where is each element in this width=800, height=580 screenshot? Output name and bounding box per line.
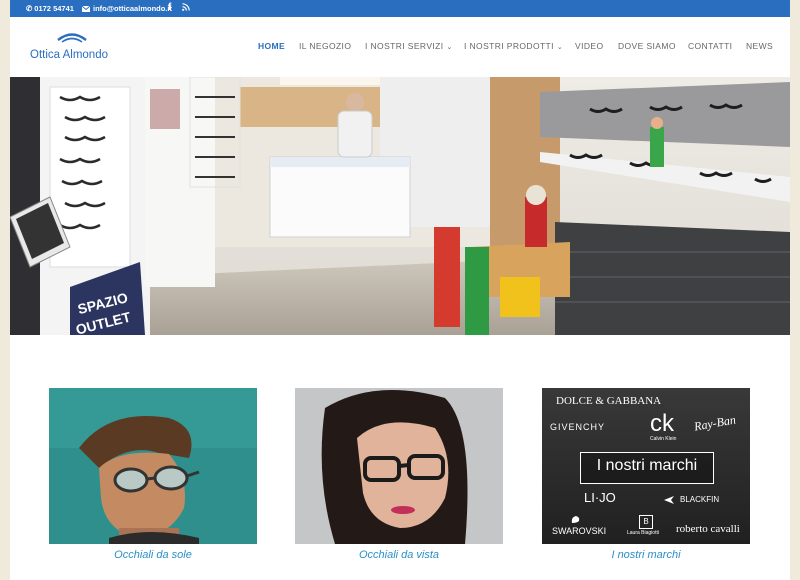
nav-label: HOME xyxy=(258,41,286,51)
card-caption[interactable]: I nostri marchi xyxy=(542,549,750,561)
brands-center-box: I nostri marchi xyxy=(580,452,714,484)
brand-calvin-klein: Calvin Klein xyxy=(650,436,677,442)
nav-label: VIDEO xyxy=(575,41,604,51)
swarovski-swan-icon xyxy=(571,516,580,523)
nav-label: IL NEGOZIO xyxy=(299,41,352,51)
brand-roberto-cavalli: roberto cavalli xyxy=(676,523,740,535)
card-i-nostri-marchi[interactable]: DOLCE & GABBANA GIVENCHY ck Calvin Klein… xyxy=(542,388,750,561)
card-image: DOLCE & GABBANA GIVENCHY ck Calvin Klein… xyxy=(542,388,750,544)
card-image xyxy=(295,388,503,544)
laura-biagiotti-logo-icon: B xyxy=(639,515,653,529)
nav-label: DOVE SIAMO xyxy=(618,41,676,51)
card-occhiali-da-vista[interactable]: Occhiali da vista xyxy=(295,388,503,561)
blackfin-logo-icon xyxy=(664,496,674,504)
nav-label: I NOSTRI SERVIZI xyxy=(365,41,444,51)
brand-dolce-gabbana: DOLCE & GABBANA xyxy=(556,395,662,407)
brand-lijo: LI·JO xyxy=(584,490,616,505)
email-link[interactable]: info@otticaalmondo.it xyxy=(82,4,172,13)
phone-icon: ✆ xyxy=(26,4,33,13)
nav-label: CONTATTI xyxy=(688,41,733,51)
brand-blackfin: BLACKFIN xyxy=(680,495,720,504)
site-header: Ottica Almondo HOME IL NEGOZIO I NOSTRI … xyxy=(10,17,790,77)
nav-contatti[interactable]: CONTATTI xyxy=(688,41,732,51)
card-caption[interactable]: Occhiali da vista xyxy=(295,549,503,561)
nav-il-negozio[interactable]: IL NEGOZIO xyxy=(299,41,351,51)
chevron-down-icon: ⌄ xyxy=(556,44,564,51)
card-image xyxy=(49,388,257,544)
phone-link[interactable]: ✆ 0172 54741 xyxy=(26,4,74,13)
hero-slider: SPAZIO OUTLET xyxy=(10,77,790,335)
chevron-down-icon: ⌄ xyxy=(446,44,453,51)
brands-center-text: I nostri marchi xyxy=(596,457,698,474)
nav-i-nostri-prodotti[interactable]: I NOSTRI PRODOTTI ⌄ xyxy=(464,41,563,51)
rss-icon[interactable] xyxy=(182,3,190,11)
page: ✆ 0172 54741 info@otticaalmondo.it f Ott… xyxy=(10,0,790,580)
nav-label: I NOSTRI PRODOTTI xyxy=(464,41,554,51)
nav-dove-siamo[interactable]: DOVE SIAMO xyxy=(618,41,676,51)
nav-i-nostri-servizi[interactable]: I NOSTRI SERVIZI ⌄ xyxy=(365,41,453,51)
nav-label: NEWS xyxy=(746,41,774,51)
phone-number: 0172 54741 xyxy=(34,4,74,13)
top-bar: ✆ 0172 54741 info@otticaalmondo.it f xyxy=(10,0,790,17)
email-address: info@otticaalmondo.it xyxy=(93,4,172,13)
nav-news[interactable]: NEWS xyxy=(746,41,773,51)
facebook-icon[interactable]: f xyxy=(168,2,171,13)
card-caption[interactable]: Occhiali da sole xyxy=(49,549,257,561)
hero-shop-interior: SPAZIO OUTLET xyxy=(10,77,790,335)
brand-swarovski: SWAROVSKI xyxy=(552,526,607,536)
mail-icon xyxy=(82,5,90,12)
main-nav: HOME IL NEGOZIO I NOSTRI SERVIZI ⌄ I NOST… xyxy=(10,41,790,55)
brand-laura-biagiotti: Laura Biagiotti xyxy=(627,530,659,536)
brand-ck: ck xyxy=(650,410,674,437)
brand-givenchy: GIVENCHY xyxy=(550,422,606,432)
nav-video[interactable]: VIDEO xyxy=(575,41,603,51)
nav-home[interactable]: HOME xyxy=(258,41,285,51)
card-occhiali-da-sole[interactable]: Occhiali da sole xyxy=(49,388,257,561)
